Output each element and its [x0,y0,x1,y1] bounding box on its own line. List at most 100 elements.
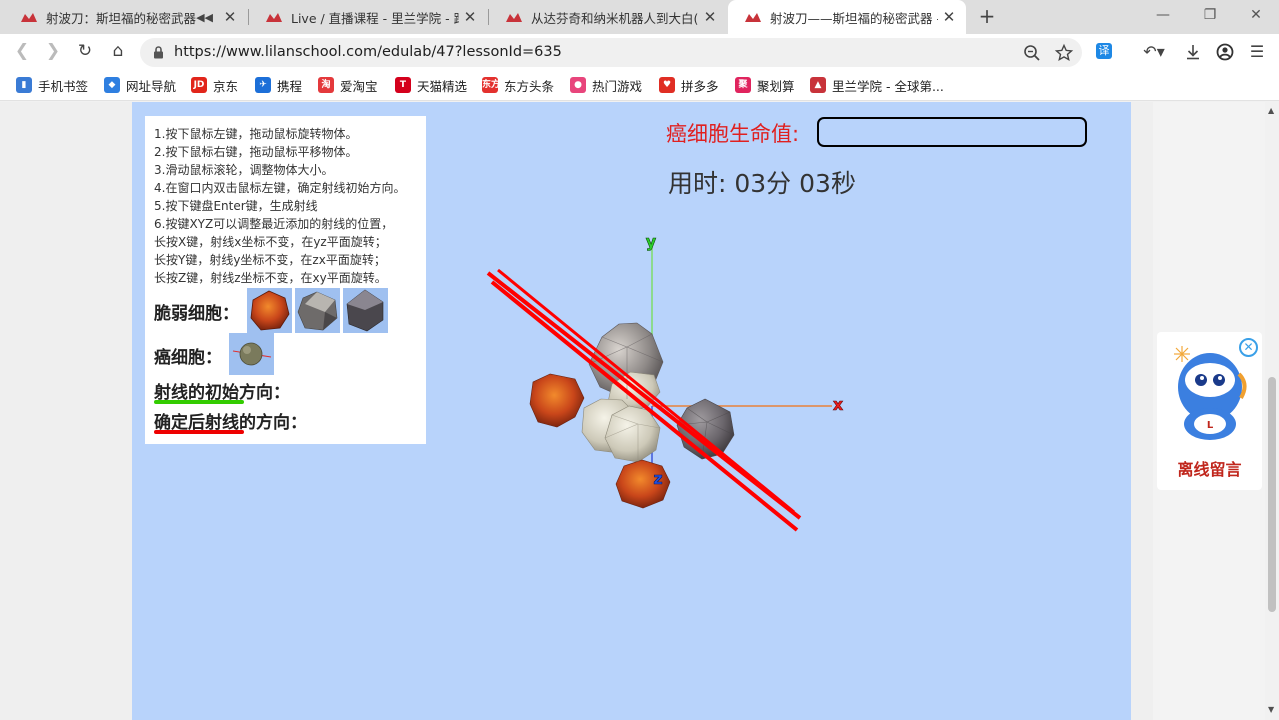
bookmark-label: 天猫精选 [417,78,468,94]
bookmark-item[interactable]: ▮ 手机书签 [16,76,88,94]
instruction-line: 6.按键XYZ可以调整最近添加的射线的位置， [154,217,394,231]
instruction-line: 5.按下键盘Enter键，生成射线 [154,199,318,213]
bookmark-label: 手机书签 [38,78,89,94]
tab-1[interactable]: Live / 直播课程 - 里兰学院 - 跨 ✕ [249,0,487,34]
bookmark-label: 网址导航 [126,78,177,94]
right-side-column: L ✕ 离线留言 [1153,102,1265,720]
y-axis-label: y [646,232,657,251]
instruction-line: 长按X键，射线x坐标不变，在yz平面旋转； [154,235,387,249]
tab-close-icon[interactable]: ✕ [938,8,960,26]
browser-toolbar: ❮ ❯ ↻ ⌂ https://www.lilanschool.com/edul… [0,34,1279,70]
cancer-life-bar [817,117,1087,147]
tab-close-icon[interactable]: ✕ [459,8,481,26]
eastday-icon: 东方 [482,77,500,93]
z-axis-label: z [653,469,662,488]
scroll-down-arrow-icon[interactable]: ▼ [1268,705,1276,714]
x-axis-label: x [833,395,844,414]
bookmark-item[interactable]: ✈ 携程 [255,76,302,94]
bookmark-item[interactable]: T 天猫精选 [395,76,467,94]
bookmark-item[interactable]: ● 热门游戏 [570,76,642,94]
bookmark-label: 聚划算 [757,78,795,94]
audio-muted-icon[interactable]: ◀◀ [196,11,213,24]
bookmark-label: 热门游戏 [592,78,643,94]
tmall-icon: T [395,77,411,93]
undo-close-icon[interactable]: ↶▾ [1140,42,1168,62]
url-path: /edulab/47?lessonId=635 [377,44,562,60]
tab-strip: 射波刀：斯坦福的秘密武器 ◀◀ ✕ Live / 直播课程 - 里兰学院 - 跨… [0,0,1279,34]
mobile-bookmarks-icon: ▮ [16,77,32,93]
home-icon[interactable]: ⌂ [107,41,129,63]
bookmark-label: 爱淘宝 [340,78,378,94]
instruction-line: 长按Z键，射线z坐标不变，在xy平面旋转。 [154,271,387,285]
jd-icon: JD [191,77,207,93]
scroll-up-arrow-icon[interactable]: ▲ [1268,106,1276,115]
lock-icon [154,46,163,59]
download-icon[interactable] [1183,42,1203,62]
bookmark-item[interactable]: 聚聚划算 [735,76,795,94]
new-tab-button[interactable]: + [976,5,998,29]
bookmark-label: 东方头条 [504,78,555,94]
instruction-line: 2.按下鼠标右键，拖动鼠标平移物体。 [154,145,358,159]
restore-icon[interactable]: ❐ [1200,6,1220,26]
bookmark-item[interactable]: ◆ 网址导航 [104,76,176,94]
instruction-line: 3.滑动鼠标滚轮，调整物体大小。 [154,163,334,177]
account-icon[interactable] [1215,42,1235,62]
instructions-panel: 1.按下鼠标左键，拖动鼠标旋转物体。 2.按下鼠标右键，拖动鼠标平移物体。 3.… [145,116,426,444]
url-scheme: https:// [174,44,226,60]
window-close-icon[interactable]: ✕ [1246,6,1266,26]
juhuasuan-icon: 聚 [735,77,751,93]
tab-title: Live / 直播课程 - 里兰学院 - 跨 [291,10,459,26]
tab-2[interactable]: 从达芬奇和纳米机器人到大白(16 ✕ [489,0,727,34]
ctrip-icon: ✈ [255,77,271,93]
bookmark-item[interactable]: ♥ 拼多多 [659,76,719,94]
scrollbar-thumb[interactable] [1268,377,1276,612]
pinduoduo-icon: ♥ [659,77,675,93]
confirmed-direction-swatch [154,430,244,434]
reload-icon[interactable]: ↻ [74,41,96,63]
page-scrollbar[interactable]: ▲ ▼ [1265,102,1279,720]
bookmark-item[interactable]: JD 京东 [191,76,238,94]
fragile-cell-thumb-lava [247,288,292,333]
fragile-cell-lava [529,373,585,428]
lilan-favicon-icon [266,13,282,22]
close-icon[interactable]: ✕ [1239,338,1258,357]
lilan-favicon-icon [506,13,522,22]
bookmark-label: 携程 [277,78,303,94]
lilan-icon: ▲ [810,77,826,93]
bookmark-star-icon[interactable] [1054,43,1074,63]
svg-text:L: L [1207,420,1214,431]
url-host: www.lilanschool.com [225,44,378,60]
menu-icon[interactable]: ☰ [1247,42,1267,62]
bookmark-item[interactable]: ▲ 里兰学院 - 全球第... [810,76,944,94]
bookmark-label: 拼多多 [681,78,719,94]
tab-3-active[interactable]: 射波刀——斯坦福的秘密武器 - 里 ✕ [728,0,966,34]
taobao-icon: 淘 [318,77,334,93]
games-icon: ● [570,77,586,93]
lilan-favicon-icon [745,13,761,22]
bookmarks-bar: ▮ 手机书签 ◆ 网址导航 JD 京东 ✈ 携程 淘爱淘宝 T 天猫精选 东方 东方头条 ●… [0,70,1279,101]
bookmark-item[interactable]: 淘爱淘宝 [318,76,378,94]
bookmark-label: 京东 [213,78,239,94]
address-bar[interactable]: https://www.lilanschool.com/edulab/47?le… [140,38,1082,67]
tab-0[interactable]: 射波刀：斯坦福的秘密武器 ◀◀ ✕ [4,0,247,34]
tab-close-icon[interactable]: ✕ [219,8,241,26]
instruction-line: 长按Y键，射线y坐标不变，在zx平面旋转； [154,253,386,267]
fragile-cell-thumb-stone [295,288,340,333]
fragile-cell-thumb-dark [343,288,388,333]
offline-message-widget[interactable]: L ✕ 离线留言 [1157,332,1262,490]
translate-icon[interactable]: 译 [1096,43,1112,59]
minimize-icon[interactable]: — [1153,6,1173,26]
initial-direction-swatch [154,400,244,404]
zoom-icon[interactable] [1022,43,1042,63]
tab-title: 射波刀：斯坦福的秘密武器 [46,10,197,26]
instruction-line: 1.按下鼠标左键，拖动鼠标旋转物体。 [154,127,358,141]
forward-arrow-icon[interactable]: ❯ [42,41,64,63]
simulation-canvas[interactable]: y x z 1.按下鼠标左键，拖动鼠标旋转物体。 2.按下鼠标右键，拖动鼠标平移… [132,102,1131,720]
tab-close-icon[interactable]: ✕ [699,8,721,26]
page-content: y x z 1.按下鼠标左键，拖动鼠标旋转物体。 2.按下鼠标右键，拖动鼠标平移… [0,102,1279,720]
navigation-icon: ◆ [104,77,120,93]
back-arrow-icon[interactable]: ❮ [11,41,33,63]
url-text[interactable]: https://www.lilanschool.com/edulab/47?le… [174,44,562,60]
bookmark-item[interactable]: 东方 东方头条 [482,76,554,94]
offline-message-label[interactable]: 离线留言 [1157,456,1262,480]
